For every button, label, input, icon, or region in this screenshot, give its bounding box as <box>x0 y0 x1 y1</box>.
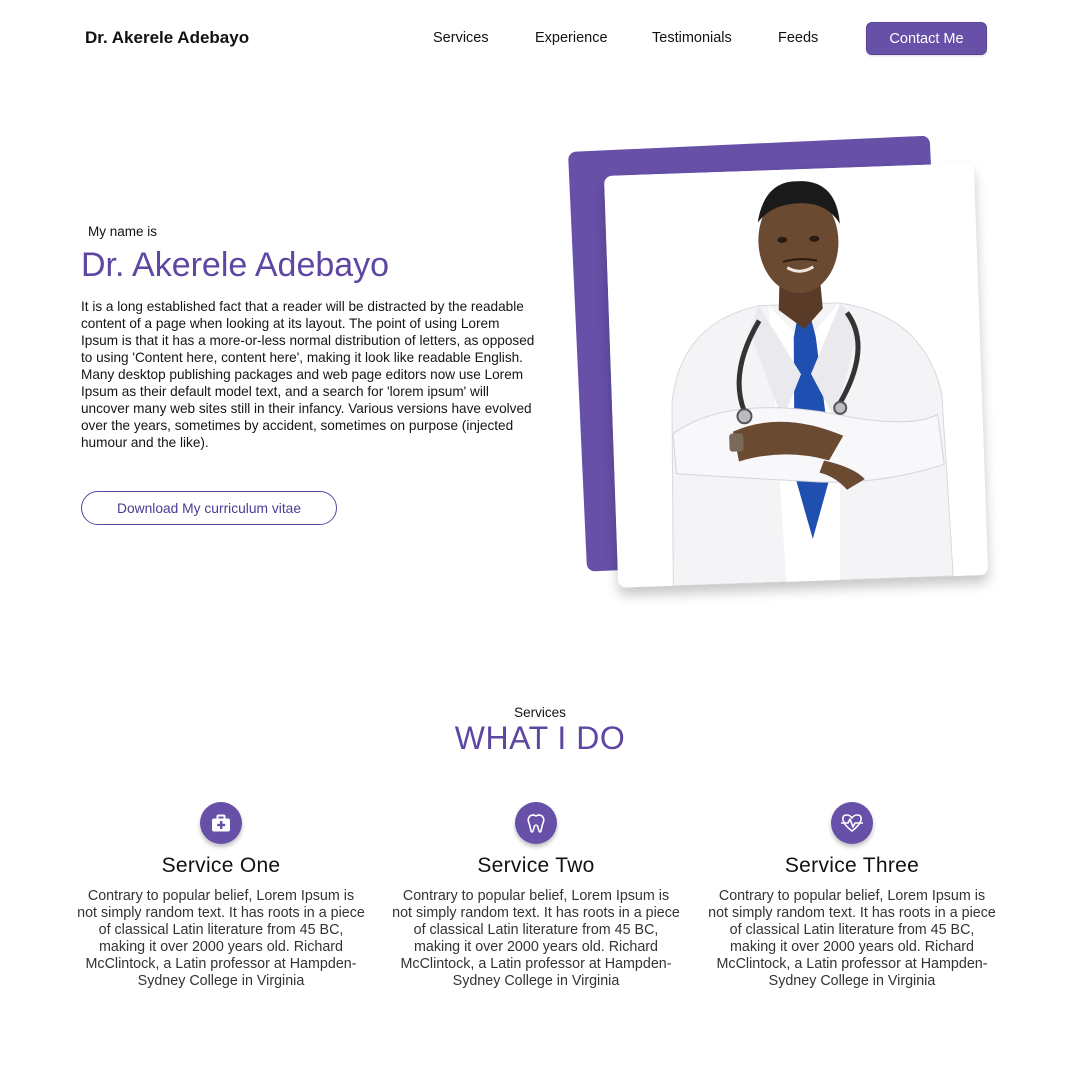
service-card-one: Service One Contrary to popular belief, … <box>76 802 366 990</box>
nav-experience[interactable]: Experience <box>535 30 608 46</box>
nav-feeds[interactable]: Feeds <box>778 30 818 46</box>
service-title: Service Two <box>477 854 595 877</box>
doctor-illustration <box>604 163 989 588</box>
service-title: Service Three <box>784 854 920 877</box>
hero-bio: It is a long established fact that a rea… <box>81 299 535 450</box>
nav-testimonials[interactable]: Testimonials <box>652 30 732 46</box>
service-description: Contrary to popular belief, Lorem Ipsum … <box>392 888 680 989</box>
download-cv-button[interactable]: Download My curriculum vitae <box>81 491 337 525</box>
nav-services[interactable]: Services <box>433 30 489 46</box>
medical-kit-icon <box>200 802 242 844</box>
service-card-three: Service Three Contrary to popular belief… <box>707 802 997 990</box>
tooth-icon <box>515 802 557 844</box>
services-title: WHAT I DO <box>454 720 626 756</box>
doctor-photo <box>604 163 989 588</box>
hero-intro: My name is <box>88 224 158 239</box>
service-title: Service One <box>161 854 281 877</box>
contact-me-button[interactable]: Contact Me <box>866 22 987 55</box>
services-kicker: Services <box>514 705 566 720</box>
service-description: Contrary to popular belief, Lorem Ipsum … <box>708 888 996 989</box>
brand-name[interactable]: Dr. Akerele Adebayo <box>85 28 249 48</box>
service-description: Contrary to popular belief, Lorem Ipsum … <box>77 888 365 989</box>
hero-name: Dr. Akerele Adebayo <box>81 246 390 284</box>
heartbeat-icon <box>831 802 873 844</box>
service-card-two: Service Two Contrary to popular belief, … <box>391 802 681 990</box>
